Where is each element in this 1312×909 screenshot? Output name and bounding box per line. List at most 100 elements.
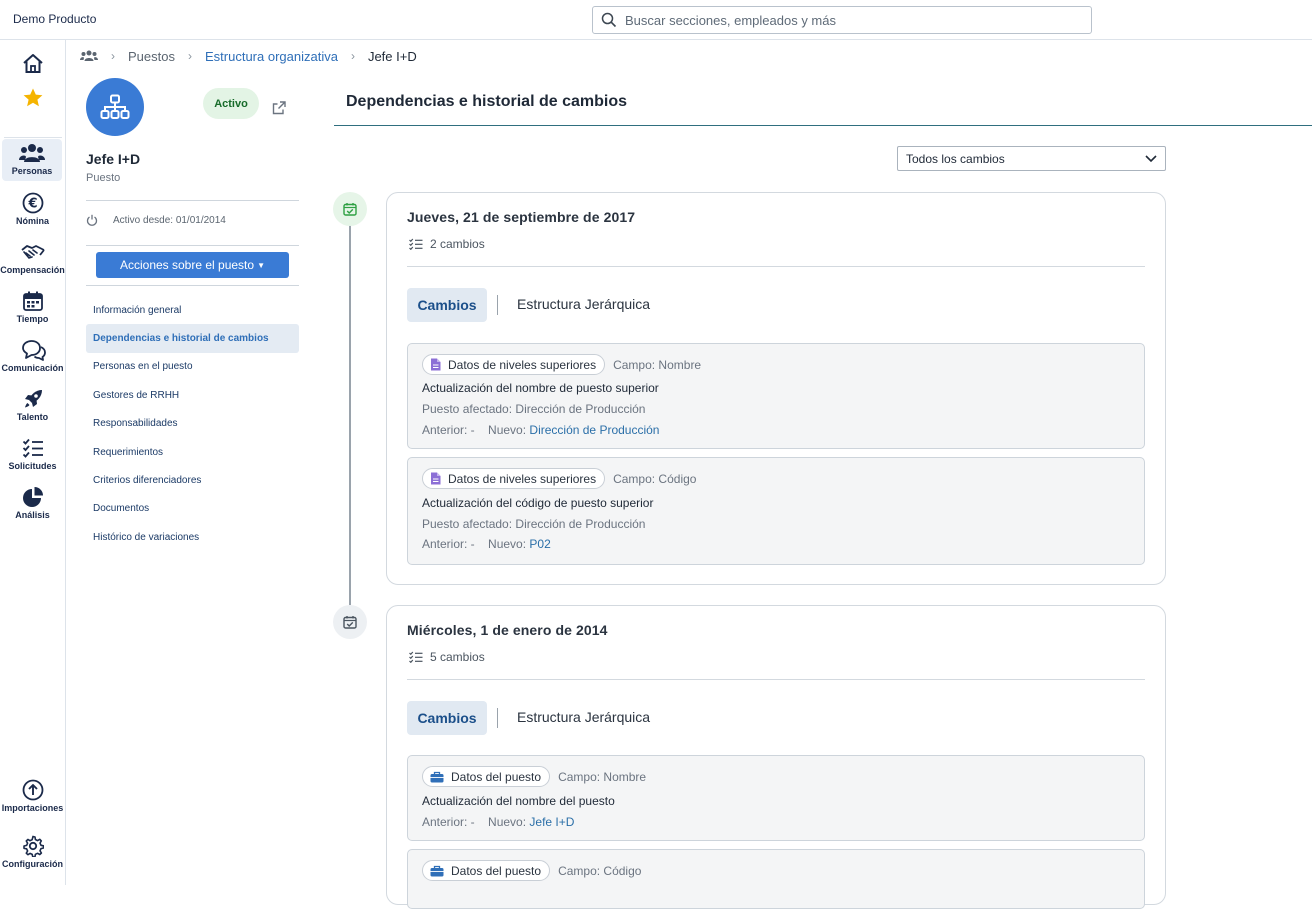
breadcrumb: › Puestos › Estructura organizativa › Je… bbox=[80, 47, 417, 65]
rail-item-importaciones[interactable]: Importaciones bbox=[0, 779, 65, 813]
change-title: Actualización del nombre de puesto super… bbox=[422, 381, 659, 395]
home-icon bbox=[22, 54, 43, 73]
search-box[interactable] bbox=[592, 6, 1092, 34]
rail-label: Compensación bbox=[0, 265, 65, 275]
change-new-label: Nuevo: bbox=[488, 537, 527, 551]
nav-item-historico[interactable]: Histórico de variaciones bbox=[86, 523, 299, 551]
change-new-value[interactable]: Dirección de Producción bbox=[529, 423, 659, 437]
position-actions-button[interactable]: Acciones sobre el puesto ▼ bbox=[96, 252, 289, 278]
nav-item-criterios[interactable]: Criterios diferenciadores bbox=[86, 466, 299, 494]
rail-item-personas[interactable]: Personas bbox=[2, 139, 62, 181]
nav-item-personas[interactable]: Personas en el puesto bbox=[86, 353, 299, 381]
timeline-dot bbox=[333, 605, 367, 639]
calendar-check-icon bbox=[343, 203, 357, 216]
status-badge: Activo bbox=[203, 88, 259, 119]
change-category-chip: Datos del puesto bbox=[422, 766, 551, 787]
list-check-icon bbox=[409, 651, 423, 663]
divider bbox=[86, 285, 299, 286]
rail-item-compensacion[interactable]: Compensación bbox=[0, 241, 65, 275]
nav-item-dependencias[interactable]: Dependencias e historial de cambios bbox=[86, 324, 299, 353]
nav-item-requerimientos[interactable]: Requerimientos bbox=[86, 438, 299, 466]
page-title: Dependencias e historial de cambios bbox=[346, 93, 627, 110]
change-item: Datos del puesto Campo: Nombre Actualiza… bbox=[407, 755, 1145, 841]
nav-item-gestores[interactable]: Gestores de RRHH bbox=[86, 381, 299, 409]
tab-cambios[interactable]: Cambios bbox=[407, 288, 487, 322]
change-old-value: Anterior: - bbox=[422, 537, 475, 551]
change-category-chip: Datos de niveles superiores bbox=[422, 468, 606, 489]
rail-item-tiempo[interactable]: Tiempo bbox=[0, 290, 65, 324]
nav-item-responsabilidades[interactable]: Responsabilidades bbox=[86, 410, 299, 438]
timeline-dot bbox=[333, 192, 367, 226]
rail-home[interactable] bbox=[0, 52, 65, 76]
main-rail: Personas € Nómina Compensación Tiempo Co… bbox=[0, 40, 66, 885]
breadcrumb-puestos[interactable]: Puestos bbox=[128, 49, 175, 64]
nav-item-documentos[interactable]: Documentos bbox=[86, 495, 299, 523]
search-icon bbox=[601, 12, 617, 28]
change-field: Campo: Código bbox=[558, 863, 642, 878]
chevron-right-icon: › bbox=[111, 49, 115, 63]
history-entry-card: Jueves, 21 de septiembre de 2017 2 cambi… bbox=[386, 192, 1166, 585]
star-icon bbox=[23, 88, 42, 107]
change-category-chip: Datos de niveles superiores bbox=[422, 354, 606, 375]
gear-icon bbox=[22, 835, 44, 857]
change-old-value: Anterior: - bbox=[422, 423, 475, 437]
chevron-down-icon bbox=[1145, 155, 1157, 163]
checklist-icon bbox=[22, 438, 43, 458]
entry-count-text: 2 cambios bbox=[430, 237, 485, 251]
divider bbox=[86, 245, 299, 246]
tab-estructura-jerarquica[interactable]: Estructura Jerárquica bbox=[517, 296, 650, 312]
tab-estructura-jerarquica[interactable]: Estructura Jerárquica bbox=[517, 709, 650, 725]
nav-item-informacion-general[interactable]: Información general bbox=[86, 296, 299, 324]
active-since-text: Activo desde: 01/01/2014 bbox=[113, 214, 226, 226]
entry-count-text: 5 cambios bbox=[430, 650, 485, 664]
breadcrumb-estructura[interactable]: Estructura organizativa bbox=[205, 49, 338, 64]
tab-cambios[interactable]: Cambios bbox=[407, 701, 487, 735]
change-affected: Puesto afectado: Dirección de Producción bbox=[422, 517, 646, 531]
rail-favorites[interactable] bbox=[0, 86, 65, 110]
briefcase-icon bbox=[430, 771, 444, 782]
change-item: Datos de niveles superiores Campo: Códig… bbox=[407, 457, 1145, 565]
rail-item-analisis[interactable]: Análisis bbox=[0, 486, 65, 520]
org-people-icon[interactable] bbox=[80, 49, 98, 63]
rail-item-solicitudes[interactable]: Solicitudes bbox=[0, 437, 65, 471]
chip-label: Datos de niveles superiores bbox=[448, 471, 597, 486]
calendar-check-icon bbox=[343, 616, 357, 629]
tab-divider bbox=[497, 708, 498, 728]
rail-item-comunicacion[interactable]: Comunicación bbox=[0, 339, 65, 373]
position-type: Puesto bbox=[86, 172, 121, 184]
breadcrumb-current: Jefe I+D bbox=[367, 48, 417, 64]
open-external-button[interactable] bbox=[272, 101, 286, 120]
rail-item-nomina[interactable]: € Nómina bbox=[0, 192, 65, 226]
rail-item-talento[interactable]: Talento bbox=[0, 388, 65, 422]
filter-value: Todos los cambios bbox=[906, 151, 1005, 166]
change-header: Datos de niveles superiores Campo: Nombr… bbox=[422, 354, 701, 375]
tab-divider bbox=[497, 295, 498, 315]
people-icon bbox=[19, 144, 45, 162]
rail-label: Talento bbox=[16, 412, 49, 422]
changes-filter-select[interactable]: Todos los cambios bbox=[897, 146, 1166, 171]
app-title[interactable]: Demo Producto bbox=[13, 12, 96, 26]
org-chart-icon bbox=[100, 94, 130, 119]
change-new-value[interactable]: Jefe I+D bbox=[529, 815, 574, 829]
active-since: Activo desde: 01/01/2014 bbox=[86, 214, 226, 226]
change-new-label: Nuevo: bbox=[488, 423, 527, 437]
svg-text:€: € bbox=[27, 197, 37, 212]
entry-date: Jueves, 21 de septiembre de 2017 bbox=[407, 209, 636, 225]
rail-label: Tiempo bbox=[16, 314, 49, 324]
rail-label: Importaciones bbox=[1, 803, 64, 813]
change-item: Datos de niveles superiores Campo: Nombr… bbox=[407, 343, 1145, 449]
rail-label: Comunicación bbox=[1, 363, 64, 373]
search-input[interactable] bbox=[625, 12, 1065, 28]
chip-label: Datos de niveles superiores bbox=[448, 357, 597, 372]
position-avatar bbox=[86, 78, 144, 136]
entry-count: 2 cambios bbox=[409, 237, 485, 251]
rail-label: Análisis bbox=[15, 510, 50, 520]
briefcase-icon bbox=[430, 865, 444, 876]
entry-date: Miércoles, 1 de enero de 2014 bbox=[407, 622, 608, 638]
divider bbox=[86, 200, 299, 201]
chevron-right-icon: › bbox=[187, 49, 192, 63]
change-new-value[interactable]: P02 bbox=[529, 537, 550, 551]
chip-label: Datos del puesto bbox=[451, 863, 542, 878]
change-item: Datos del puesto Campo: Código bbox=[407, 849, 1145, 909]
rail-item-configuracion[interactable]: Configuración bbox=[0, 835, 65, 869]
